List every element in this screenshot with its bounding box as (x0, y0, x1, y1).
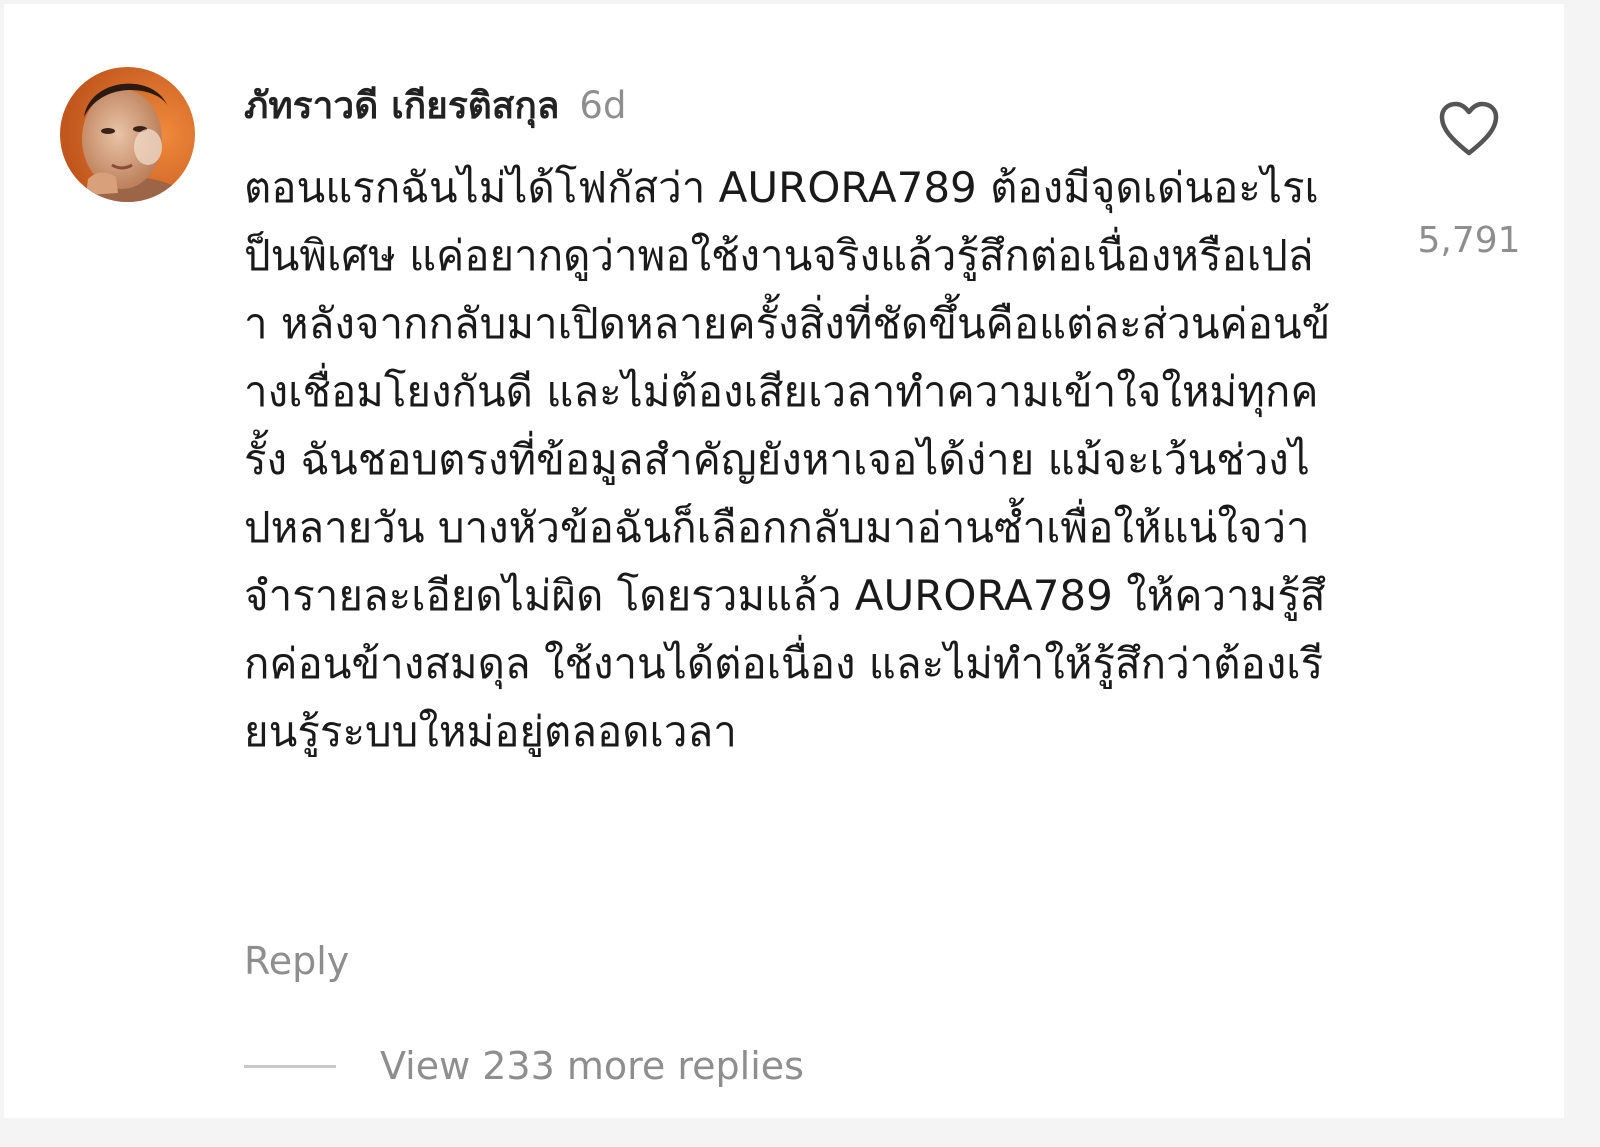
comment-timestamp: 6d (579, 84, 627, 127)
reply-button[interactable]: Reply (244, 939, 349, 983)
like-count: 5,791 (1417, 220, 1521, 261)
replies-divider (244, 1064, 336, 1068)
comment-text: ตอนแรกฉันไม่ได้โฟกัสว่า AURORA789 ต้องมี… (244, 163, 1331, 756)
comment-header: ภัทราวดี เกียรติสกุล 6d (244, 76, 626, 135)
view-replies-button[interactable]: View 233 more replies (244, 1044, 804, 1088)
comment-card: ภัทราวดี เกียรติสกุล 6d ตอนแรกฉันไม่ได้โ… (4, 4, 1564, 1118)
avatar[interactable] (60, 67, 195, 202)
avatar-image (60, 67, 195, 202)
author-name[interactable]: ภัทราวดี เกียรติสกุล (244, 76, 559, 135)
heart-outline-icon[interactable] (1438, 100, 1500, 158)
like-section: 5,791 (1414, 100, 1524, 261)
view-replies-label: View 233 more replies (380, 1044, 804, 1088)
